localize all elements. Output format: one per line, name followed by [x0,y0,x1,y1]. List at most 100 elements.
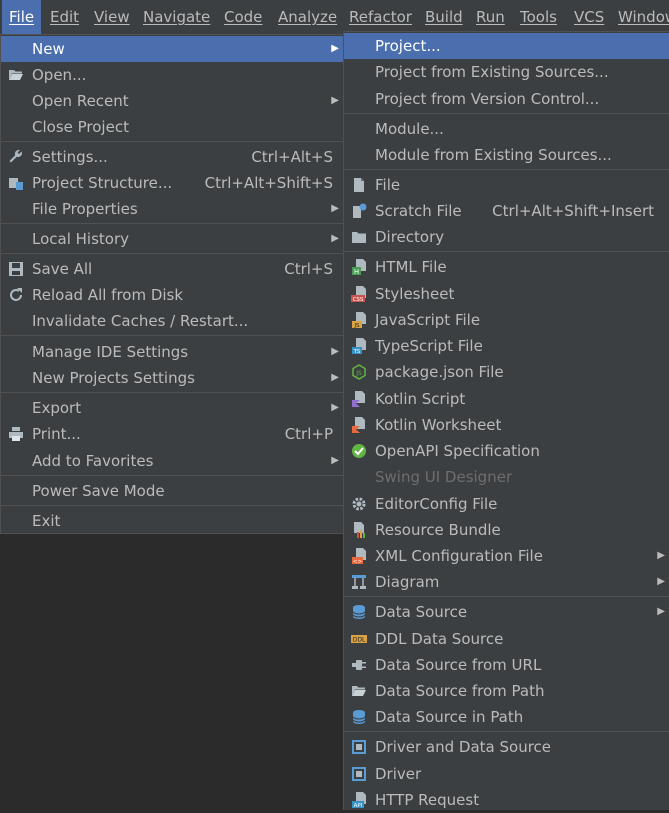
shortcut-label: Ctrl+Alt+Shift+Insert [492,202,654,220]
new-project-item[interactable]: Project... [344,33,669,59]
typescript-file-icon: TS [352,338,366,354]
html-file-icon: H [352,259,366,275]
database-icon [352,710,366,724]
new-typescript-item[interactable]: TS TypeScript File [344,333,669,359]
menu-analyze[interactable]: Analyze [271,0,344,34]
database-icon [352,605,366,619]
menu-separator [1,223,343,224]
new-module-item[interactable]: Module... [344,116,669,142]
svg-text:API: API [354,803,363,808]
new-editorconfig-item[interactable]: EditorConfig File [344,491,669,517]
new-module-existing-label: Module from Existing Sources... [375,146,612,164]
new-scratch-item[interactable]: Scratch File Ctrl+Alt+Shift+Insert [344,198,669,224]
new-ds-url-label: Data Source from URL [375,656,542,674]
menu-separator [344,251,669,252]
file-icon [354,178,364,192]
submenu-arrow-icon: ▶ [331,203,339,214]
shortcut-label: Ctrl+Alt+Shift+S [204,174,333,192]
new-directory-item[interactable]: Directory [344,224,669,250]
menu-tools[interactable]: Tools [513,0,564,34]
new-stylesheet-item[interactable]: CSS Stylesheet [344,281,669,307]
menu-build[interactable]: Build [418,0,470,34]
file-project-structure-item[interactable]: Project Structure... Ctrl+Alt+Shift+S [1,170,343,196]
file-print-item[interactable]: Print... Ctrl+P [1,421,343,447]
file-export-item[interactable]: Export ▶ [1,395,343,421]
file-exit-item[interactable]: Exit [1,508,343,534]
new-kotlin-script-label: Kotlin Script [375,390,466,408]
svg-text:DDL: DDL [353,637,366,644]
new-diagram-item[interactable]: Diagram ▶ [344,569,669,595]
folder-open-icon [9,70,23,80]
menu-file[interactable]: File [2,0,42,34]
file-open-item[interactable]: Open... [1,62,343,88]
new-project-vcs-item[interactable]: Project from Version Control... [344,86,669,112]
svg-text:JS: JS [355,370,362,377]
menu-separator [344,113,669,114]
file-properties-label: File Properties [32,200,138,218]
file-save-all-label: Save All [32,260,93,278]
new-submenu: Project... Project from Existing Sources… [343,31,669,810]
submenu-arrow-icon: ▶ [331,233,339,244]
file-exit-label: Exit [32,512,61,530]
new-driver-ds-item[interactable]: Driver and Data Source [344,734,669,760]
new-ddl-item[interactable]: DDL DDL Data Source [344,626,669,652]
new-xml-config-label: XML Configuration File [375,547,543,565]
new-openapi-item[interactable]: OpenAPI Specification [344,438,669,464]
save-icon [9,262,23,276]
svg-text:<>: <> [353,559,363,564]
file-open-recent-label: Open Recent [32,92,129,110]
menu-refactor[interactable]: Refactor [342,0,419,34]
file-new-projects-settings-item[interactable]: New Projects Settings ▶ [1,365,343,391]
new-driver-item[interactable]: Driver [344,761,669,787]
new-html-label: HTML File [375,258,447,276]
new-ds-path-item[interactable]: Data Source from Path [344,678,669,704]
file-new-label: New [32,40,65,58]
new-module-existing-item[interactable]: Module from Existing Sources... [344,142,669,168]
new-file-label: File [375,176,401,194]
submenu-arrow-icon: ▶ [331,95,339,106]
new-kotlin-worksheet-item[interactable]: Kotlin Worksheet [344,412,669,438]
submenu-arrow-icon: ▶ [657,606,665,617]
menu-navigate[interactable]: Navigate [136,0,217,34]
driver-icon [352,767,366,781]
new-data-source-item[interactable]: Data Source ▶ [344,599,669,625]
new-file-item[interactable]: File [344,172,669,198]
file-add-favorites-item[interactable]: Add to Favorites ▶ [1,448,343,474]
new-http-request-item[interactable]: API HTTP Request [344,787,669,813]
file-close-project-item[interactable]: Close Project [1,114,343,140]
file-local-history-item[interactable]: Local History ▶ [1,226,343,252]
new-kotlin-script-item[interactable]: Kotlin Script [344,386,669,412]
new-scratch-label: Scratch File [375,202,462,220]
menu-run[interactable]: Run [469,0,512,34]
file-open-recent-item[interactable]: Open Recent ▶ [1,88,343,114]
file-new-item[interactable]: New ▶ [1,36,343,62]
file-manage-ide-item[interactable]: Manage IDE Settings ▶ [1,339,343,365]
new-package-json-item[interactable]: JS package.json File [344,359,669,385]
new-project-label: Project... [375,37,441,55]
file-power-save-item[interactable]: Power Save Mode [1,478,343,504]
menu-code[interactable]: Code [217,0,269,34]
file-print-label: Print... [32,425,81,443]
new-project-existing-item[interactable]: Project from Existing Sources... [344,59,669,85]
new-xml-config-item[interactable]: <> XML Configuration File ▶ [344,543,669,569]
wrench-icon [9,149,23,163]
new-editorconfig-label: EditorConfig File [375,495,498,513]
file-settings-item[interactable]: Settings... Ctrl+Alt+S [1,144,343,170]
file-invalidate-item[interactable]: Invalidate Caches / Restart... [1,308,343,334]
file-reload-item[interactable]: Reload All from Disk [1,282,343,308]
new-resource-bundle-item[interactable]: Resource Bundle [344,517,669,543]
menu-window[interactable]: Window [611,0,669,34]
file-file-properties-item[interactable]: File Properties ▶ [1,196,343,222]
menu-view[interactable]: View [87,0,137,34]
new-swing-label: Swing UI Designer [375,468,513,486]
file-save-all-item[interactable]: Save All Ctrl+S [1,256,343,282]
new-ds-url-item[interactable]: Data Source from URL [344,652,669,678]
new-javascript-item[interactable]: JS JavaScript File [344,307,669,333]
new-ds-in-path-item[interactable]: Data Source in Path [344,704,669,730]
new-project-existing-label: Project from Existing Sources... [375,63,609,81]
svg-text:CSS: CSS [353,297,364,302]
menu-edit[interactable]: Edit [43,0,86,34]
menu-vcs[interactable]: VCS [567,0,611,34]
new-html-item[interactable]: H HTML File [344,254,669,280]
file-reload-label: Reload All from Disk [32,286,184,304]
